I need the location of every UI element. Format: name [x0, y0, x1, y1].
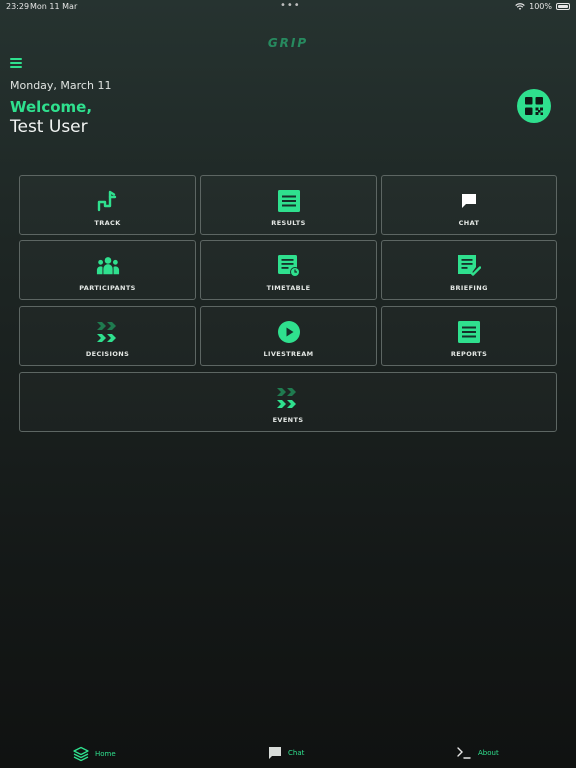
tab-chat[interactable]: Chat [268, 746, 304, 760]
reports-icon [457, 320, 481, 344]
tile-results[interactable]: RESULTS [200, 175, 377, 235]
tile-chat[interactable]: CHAT [381, 175, 557, 235]
tile-label: CHAT [458, 219, 480, 227]
battery-percent: 100% [529, 2, 552, 11]
decisions-icon [96, 320, 120, 344]
tile-label: RESULTS [271, 219, 306, 227]
events-icon [276, 386, 300, 410]
tile-livestream[interactable]: LIVESTREAM [200, 306, 377, 366]
briefing-icon [457, 254, 481, 278]
tile-label: LIVESTREAM [263, 350, 314, 358]
status-right: 100% [515, 2, 570, 11]
battery-icon [556, 3, 570, 10]
current-date: Monday, March 11 [10, 79, 112, 92]
tile-briefing[interactable]: BRIEFING [381, 240, 557, 300]
grip-logo: GRIP [267, 36, 309, 50]
qr-code-button[interactable] [517, 89, 551, 123]
tile-label: PARTICIPANTS [79, 284, 136, 292]
welcome-heading: Welcome, [10, 98, 93, 116]
layers-icon [73, 746, 89, 762]
participants-icon [96, 254, 120, 278]
tile-label: TRACK [94, 219, 121, 227]
qr-code-icon [525, 97, 543, 115]
tile-label: TIMETABLE [266, 284, 311, 292]
status-date: Mon 11 Mar [30, 2, 78, 11]
tile-events[interactable]: EVENTS [19, 372, 557, 432]
tile-timetable[interactable]: TIMETABLE [200, 240, 377, 300]
chat-bubble-icon [457, 189, 481, 213]
tile-label: BRIEFING [450, 284, 488, 292]
tile-label: REPORTS [450, 350, 488, 358]
tile-reports[interactable]: REPORTS [381, 306, 557, 366]
tab-about[interactable]: About [456, 746, 499, 760]
results-icon [277, 189, 301, 213]
user-name: Test User [10, 117, 88, 137]
hamburger-menu-icon[interactable] [10, 58, 22, 68]
tile-participants[interactable]: PARTICIPANTS [19, 240, 196, 300]
terminal-prompt-icon [457, 747, 471, 759]
wifi-icon [515, 2, 525, 10]
tab-chat-label: Chat [288, 749, 305, 757]
tab-home-label: Home [95, 750, 116, 758]
tab-about-label: About [478, 749, 499, 757]
track-icon [96, 189, 120, 213]
multitasking-dots[interactable]: ••• [280, 0, 301, 11]
battery-fill [558, 5, 568, 8]
status-bar: 23:29 Mon 11 Mar ••• 100% [0, 0, 576, 14]
tile-label: EVENTS [272, 416, 304, 424]
status-time: 23:29 [6, 2, 30, 11]
tile-decisions[interactable]: DECISIONS [19, 306, 196, 366]
livestream-icon [277, 320, 301, 344]
tab-home[interactable]: Home [73, 746, 116, 762]
tile-label: DECISIONS [85, 350, 130, 358]
tile-track[interactable]: TRACK [19, 175, 196, 235]
timetable-icon [277, 254, 301, 278]
chat-bubble-icon [269, 747, 281, 759]
bottom-tab-bar: Home Chat About [0, 740, 576, 768]
